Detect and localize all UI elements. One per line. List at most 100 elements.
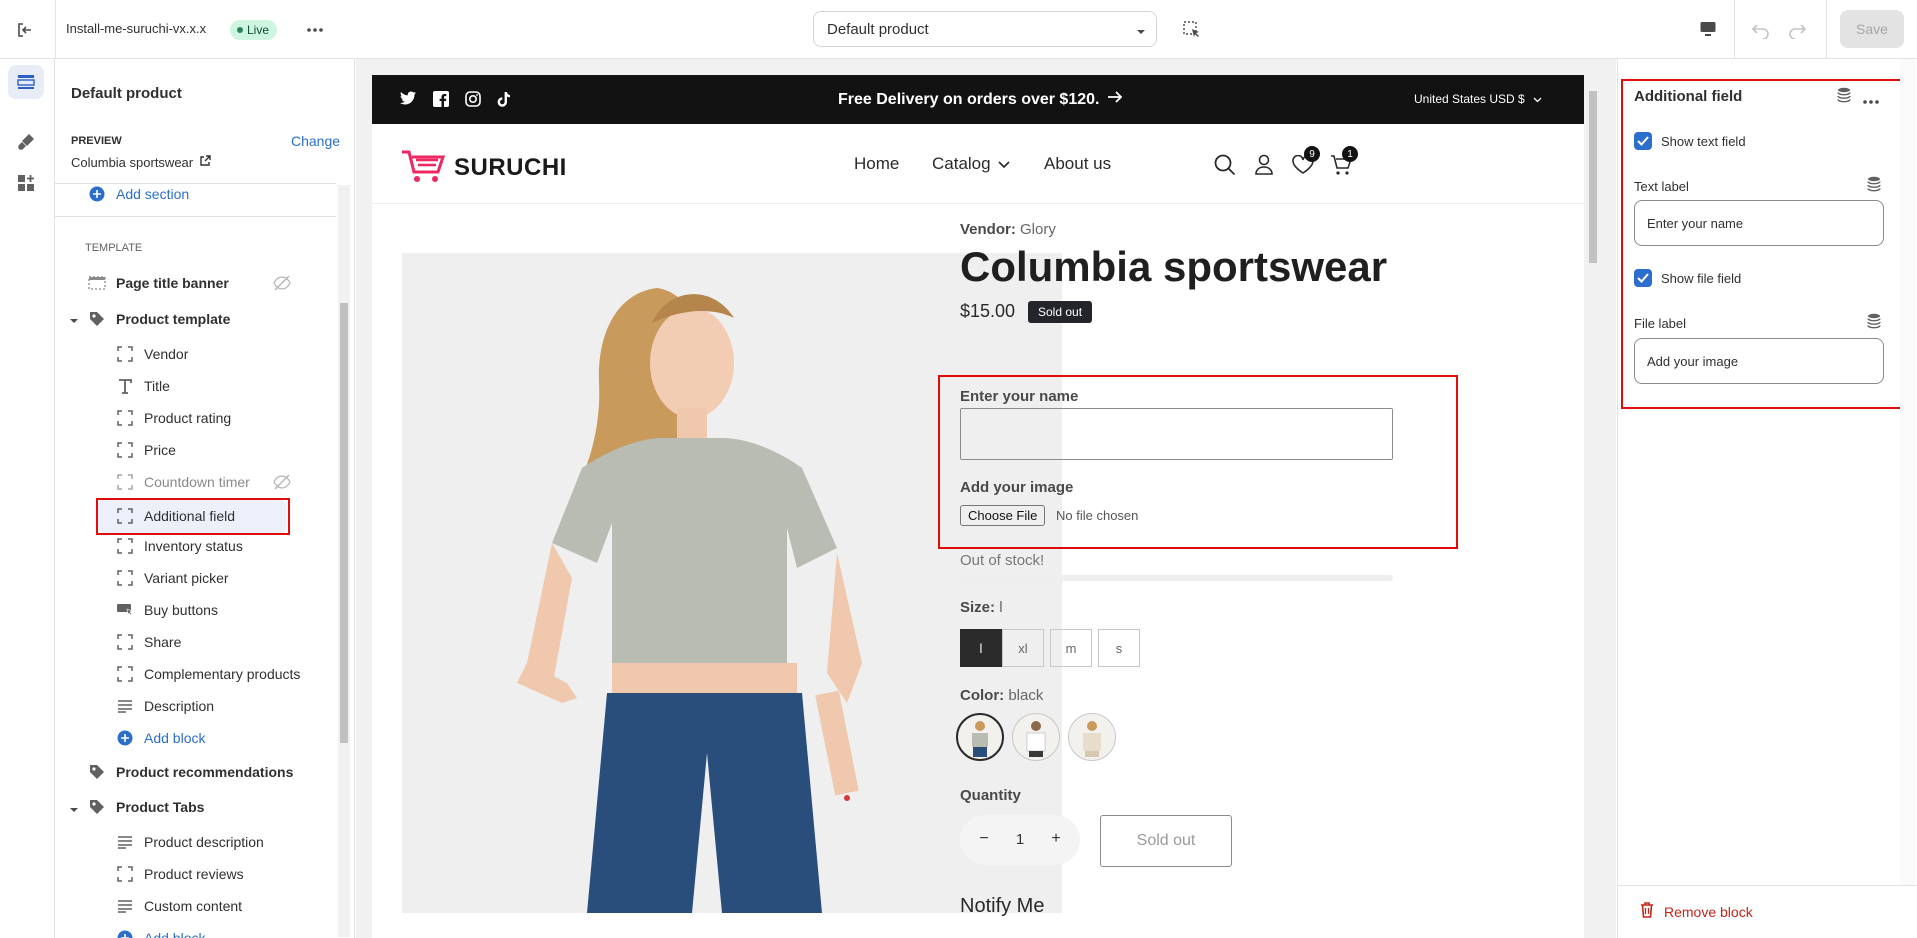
tree-item-inventory-status[interactable]: Inventory status [115,531,243,561]
divider [55,216,336,217]
tree-item-countdown-timer[interactable]: Countdown timer [115,467,250,497]
tree-item-description[interactable]: Description [115,691,214,721]
paragraph-icon [115,832,135,852]
collapse-caret-icon[interactable] [69,802,79,818]
choose-file-button[interactable]: Choose File [960,505,1046,526]
text-label-input[interactable]: Enter your name [1634,200,1884,246]
tree-item-product-tabs[interactable]: Product Tabs [87,792,204,822]
size-options: l xl m s [960,629,1260,669]
quantity-value[interactable]: 1 [1010,831,1030,848]
size-option-m[interactable]: m [1050,629,1092,667]
store-logo[interactable]: SURUCHI [400,148,567,187]
tree-item-vendor[interactable]: Vendor [115,339,188,369]
search-icon[interactable] [1214,154,1236,179]
tree-item-label: Share [144,634,182,650]
facebook-icon[interactable] [433,91,449,110]
tree-item-variant-picker[interactable]: Variant picker [115,563,229,593]
remove-block-button[interactable]: Remove block [1640,902,1753,921]
more-options-icon[interactable] [1862,92,1880,108]
file-label-input[interactable]: Add your image [1634,338,1884,384]
tree-item-product-template[interactable]: Product template [87,304,230,334]
tree-item-product-description[interactable]: Product description [115,827,264,857]
panel-scrollbar[interactable] [338,185,350,937]
announcement-text: Free Delivery on orders over $120. [838,90,1100,108]
tree-item-custom-content[interactable]: Custom content [115,891,242,921]
preview-scrollbar[interactable] [1586,75,1600,923]
currency-selector[interactable]: United States USD $ [1414,92,1542,106]
dynamic-source-icon[interactable] [1837,87,1851,106]
announcement[interactable]: Free Delivery on orders over $120. [838,90,1123,109]
tag-icon [87,762,107,782]
color-line: Color: black [960,687,1043,704]
dynamic-source-icon[interactable] [1867,313,1881,332]
tree-item-title[interactable]: Title [115,371,170,401]
remove-block-label: Remove block [1664,903,1753,920]
sold-out-button[interactable]: Sold out [1100,815,1232,867]
dynamic-source-icon[interactable] [1867,176,1881,195]
text-icon [115,376,135,396]
tree-item-label: Complementary products [144,666,301,682]
twitter-icon[interactable] [400,91,417,110]
sections-icon[interactable] [8,65,44,99]
checkmark-icon [1634,132,1652,150]
template-select[interactable]: Default product [813,11,1157,47]
hidden-eye-icon[interactable] [273,474,291,493]
panel-scrollbar[interactable] [1900,59,1916,885]
product-price: $15.00 [960,301,1016,321]
show-file-field-checkbox[interactable]: Show file field [1634,269,1741,287]
store-header: SURUCHI Home Catalog About us 9 1 [372,124,1584,204]
size-option-s[interactable]: s [1098,629,1140,667]
save-button[interactable]: Save [1840,10,1904,48]
vendor-value[interactable]: Glory [1020,221,1056,238]
chevron-down-icon [1136,24,1146,41]
exit-icon[interactable] [12,17,38,43]
inspector-icon[interactable] [1180,18,1204,42]
tree-item-share[interactable]: Share [115,627,181,657]
nav-about[interactable]: About us [1044,154,1111,174]
instagram-icon[interactable] [465,91,481,110]
add-block-button[interactable]: Add block [115,723,205,753]
size-option-xl[interactable]: xl [1002,629,1044,667]
tree-item-product-reviews[interactable]: Product reviews [115,859,244,889]
add-section-label: Add section [116,186,190,202]
tree-item-buy-buttons[interactable]: Buy buttons [115,595,218,625]
desktop-view-icon[interactable] [1695,16,1721,42]
name-input[interactable] [960,408,1393,460]
color-swatch-black[interactable] [956,713,1004,761]
quantity-plus-button[interactable]: + [1046,829,1066,849]
nav-catalog-label: Catalog [932,154,991,173]
change-preview-link[interactable]: Change [291,133,340,149]
app-embeds-icon[interactable] [13,170,39,196]
tree-item-product-rating[interactable]: Product rating [115,403,231,433]
collapse-caret-icon[interactable] [69,313,79,329]
product-image[interactable] [402,253,1062,913]
preview-product[interactable]: Columbia sportswear [71,155,211,170]
tree-item-complementary-products[interactable]: Complementary products [115,659,300,689]
nav-catalog[interactable]: Catalog [932,154,1010,174]
color-swatch-beige[interactable] [1068,713,1116,761]
hidden-eye-icon[interactable] [273,275,291,294]
scrollbar-thumb[interactable] [340,303,348,743]
color-swatch-white[interactable] [1012,713,1060,761]
quantity-minus-button[interactable]: − [974,829,994,849]
redo-icon[interactable] [1784,17,1810,43]
nav-home[interactable]: Home [854,154,899,174]
tree-item-label: Countdown timer [144,474,250,490]
undo-icon[interactable] [1748,17,1774,43]
add-block-button[interactable]: Add block [115,923,205,938]
size-option-l[interactable]: l [960,629,1002,667]
tree-item-product-recommendations[interactable]: Product recommendations [87,757,293,787]
block-icon [115,632,135,652]
tiktok-icon[interactable] [497,91,511,110]
tree-item-label: Variant picker [144,570,229,586]
tree-item-price[interactable]: Price [115,435,176,465]
preview-scrollbar-thumb[interactable] [1589,91,1597,263]
more-actions-icon[interactable] [300,18,330,42]
theme-settings-icon[interactable] [13,129,39,155]
show-text-field-checkbox[interactable]: Show text field [1634,132,1746,150]
tree-item-page-title-banner[interactable]: Page title banner [87,268,229,298]
panel-title: Default product [71,85,182,102]
notify-me-heading[interactable]: Notify Me [960,895,1044,918]
account-icon[interactable] [1254,154,1274,179]
add-section-button[interactable]: Add section [87,179,189,209]
